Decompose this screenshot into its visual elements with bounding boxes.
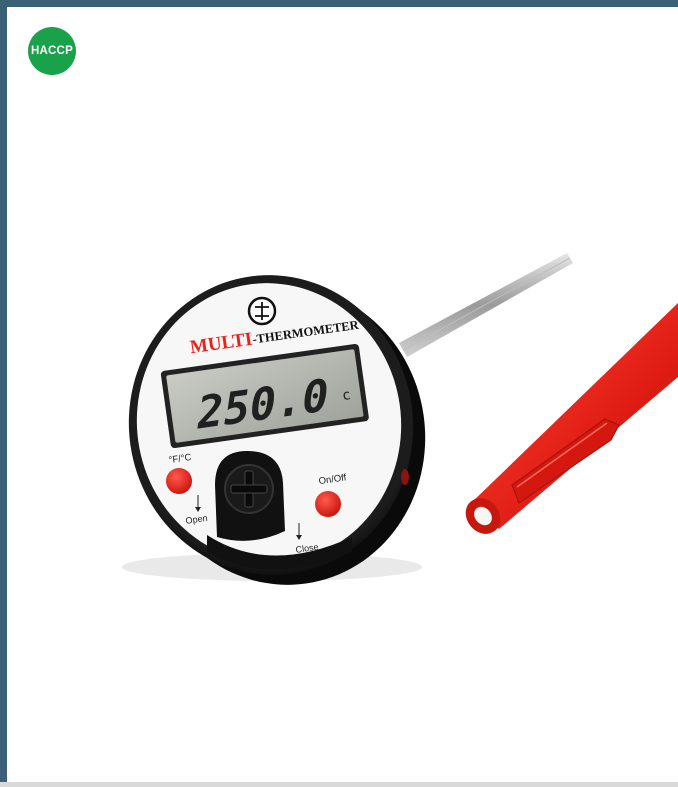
frame-left-border — [0, 0, 7, 787]
battery-cap-knob[interactable] — [215, 451, 285, 541]
brand-logo — [247, 296, 277, 326]
frame-top-border — [0, 0, 678, 7]
power-button[interactable] — [315, 491, 341, 517]
product-image-frame: 250.0 c MULTI -THERMOMETER °F/°C On/Off … — [0, 0, 678, 787]
red-sheath — [465, 303, 678, 534]
frame-bottom-border — [0, 782, 678, 787]
probe-stem — [399, 253, 573, 357]
haccp-badge: HACCP — [28, 27, 76, 75]
side-indicator — [401, 469, 409, 485]
unit-toggle-button[interactable] — [166, 468, 192, 494]
thermometer-photo: 250.0 c MULTI -THERMOMETER °F/°C On/Off … — [122, 253, 678, 585]
